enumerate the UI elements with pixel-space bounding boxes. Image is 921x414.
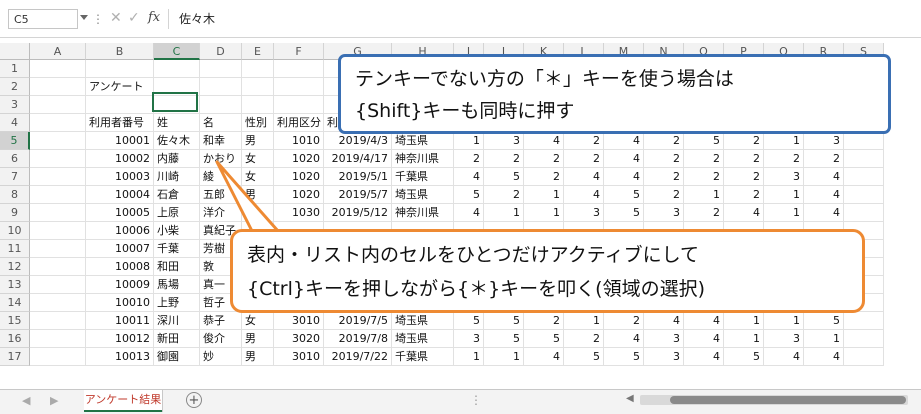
tip-callout-shift-line1: テンキーでない方の「＊」キーを使う場合は (355, 68, 734, 90)
sheet-tab-bar: ◀ ▶ アンケート結果 + ⋮ ◀ (0, 389, 921, 414)
scroll-left-icon[interactable]: ◀ (626, 393, 634, 404)
tip-callout-ctrl: 表内・リスト内のセルをひとつだけアクティブにして {Ctrl}キーを押しながら{… (230, 229, 865, 313)
tip-callout-shift-line2: {Shift}キーも同時に押す (355, 100, 575, 122)
add-sheet-icon[interactable]: + (186, 392, 202, 408)
tip-callout-shift: テンキーでない方の「＊」キーを使う場合は {Shift}キーも同時に押す (338, 54, 891, 134)
sheet-next-icon[interactable]: ▶ (50, 394, 58, 407)
sheet-prev-icon[interactable]: ◀ (22, 394, 30, 407)
tip-callout-ctrl-line2: {Ctrl}キーを押しながら{＊}キーを叩く(領域の選択) (247, 278, 705, 300)
tab-split-handle-icon[interactable]: ⋮ (470, 393, 482, 407)
tip-callout-ctrl-line1: 表内・リスト内のセルをひとつだけアクティブにして (247, 244, 700, 266)
horizontal-scroll-thumb[interactable] (670, 396, 906, 404)
callout-pointer (215, 160, 280, 233)
horizontal-scrollbar[interactable] (640, 395, 908, 405)
sheet-tab-survey-results[interactable]: アンケート結果 (84, 390, 162, 412)
